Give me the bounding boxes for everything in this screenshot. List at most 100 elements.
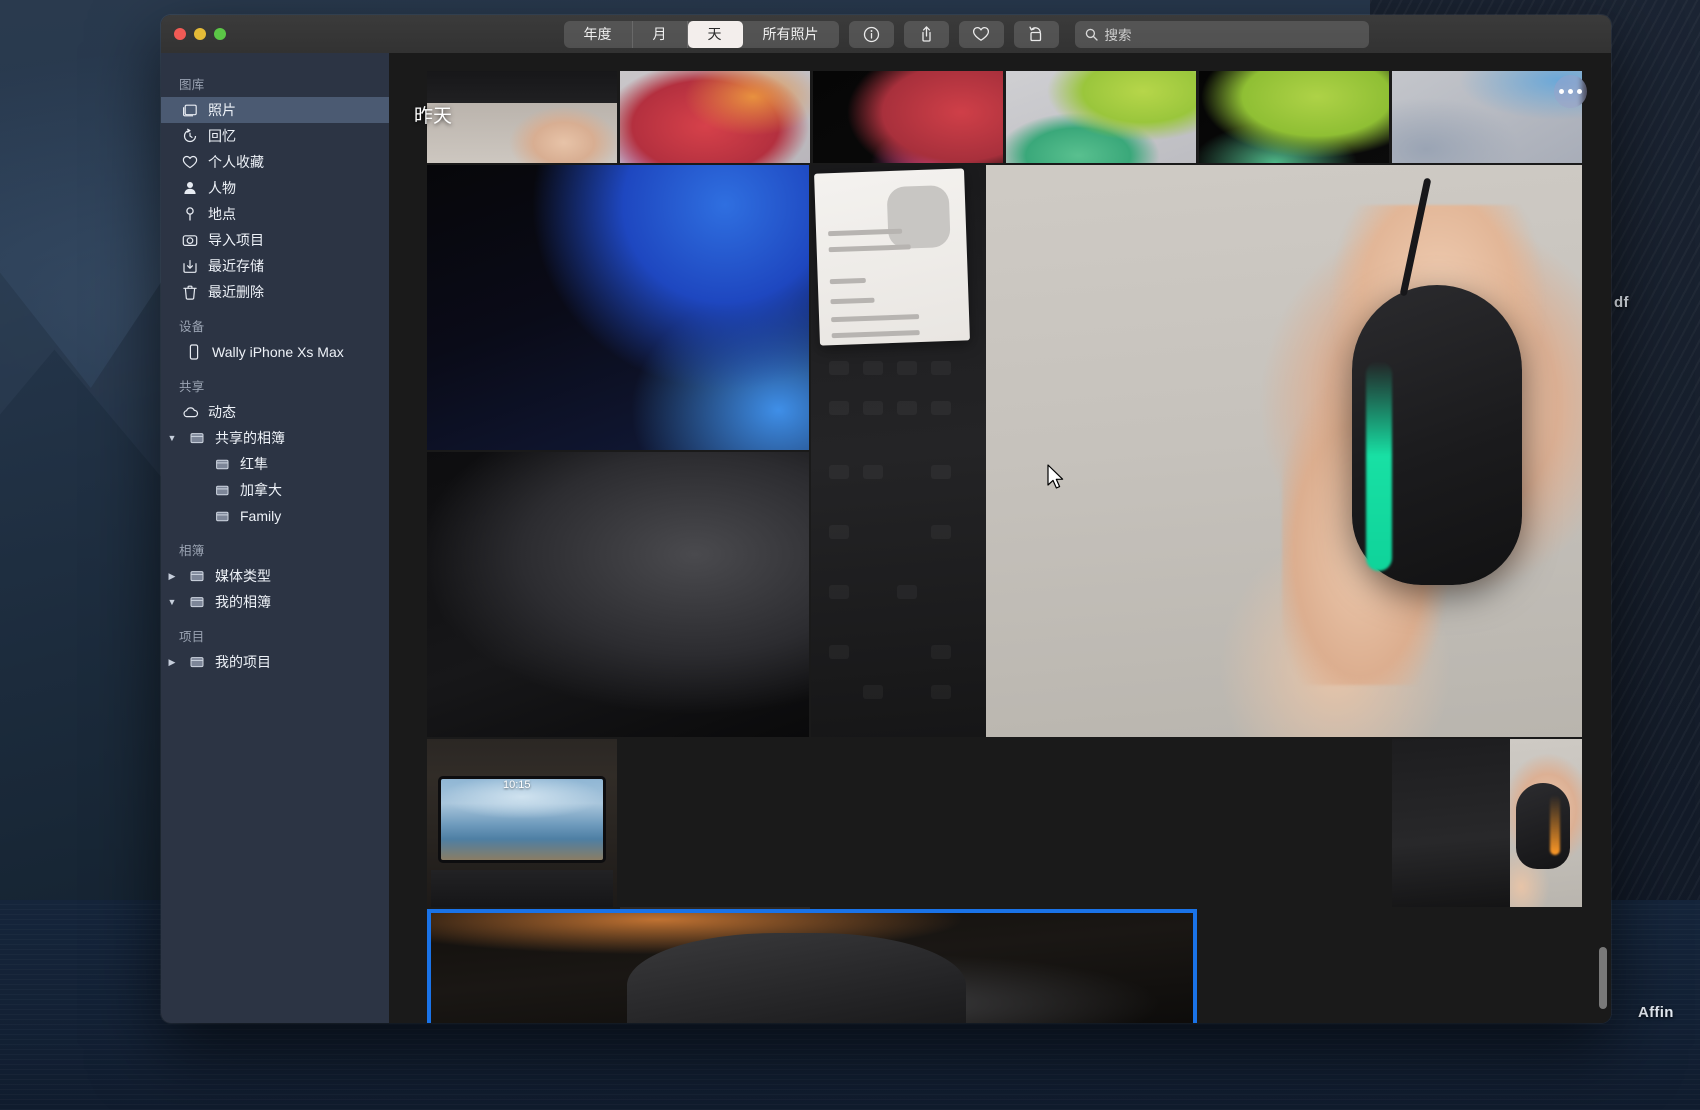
sidebar-item-label: 地点 (208, 206, 236, 222)
sidebar-item-label: 导入项目 (208, 232, 264, 248)
chevron-down-icon[interactable]: ▼ (166, 597, 178, 607)
sidebar-item-imports[interactable]: 导入项目 (161, 227, 389, 253)
photo-wallpaper-green[interactable] (1006, 71, 1196, 163)
photos-icon (181, 101, 199, 119)
minimize-button[interactable] (194, 28, 206, 40)
sidebar-item-label: 加拿大 (240, 482, 282, 498)
photo-wallpaper-red-dark[interactable] (813, 71, 1003, 163)
folder-icon (188, 593, 206, 611)
favorite-button[interactable] (958, 20, 1004, 48)
chevron-right-icon[interactable]: ▶ (166, 571, 178, 582)
sidebar-section-library: 图库 (179, 78, 205, 92)
day-label: 昨天 (414, 106, 453, 127)
memories-icon (181, 127, 199, 145)
sidebar-item-people[interactable]: 人物 (161, 175, 389, 201)
sidebar-item-shared-albums[interactable]: ▼ 共享的相簿 (161, 425, 389, 451)
sidebar-item-label: 红隼 (240, 456, 268, 472)
search-field[interactable]: 搜索 (1074, 20, 1369, 48)
folder-icon (188, 653, 206, 671)
sidebar-item-favorites[interactable]: 个人收藏 (161, 149, 389, 175)
sidebar-item-recently-saved[interactable]: 最近存储 (161, 253, 389, 279)
sidebar-item-label: 回忆 (208, 128, 236, 144)
close-button[interactable] (174, 28, 186, 40)
camera-icon (181, 231, 199, 249)
vertical-scrollbar[interactable] (1599, 947, 1607, 1009)
sidebar-item-label: 人物 (208, 180, 236, 196)
pin-icon (181, 205, 199, 223)
photo-desk-mouse[interactable] (811, 165, 1582, 737)
album-icon (213, 455, 231, 473)
segment-all-photos[interactable]: 所有照片 (743, 21, 839, 48)
sidebar-item-album-family[interactable]: Family (161, 503, 389, 529)
sidebar-item-label: 我的项目 (215, 654, 271, 670)
ipad-time-1: 10:15 (503, 779, 531, 792)
maximize-button[interactable] (214, 28, 226, 40)
album-icon (213, 481, 231, 499)
photo-wallpaper-bluegrey[interactable] (1392, 71, 1582, 163)
rotate-button[interactable] (1013, 20, 1059, 48)
sidebar-item-label: 照片 (208, 102, 236, 118)
sidebar-section-albums: 相簿 (179, 544, 205, 558)
sidebar-item-memories[interactable]: 回忆 (161, 123, 389, 149)
sidebar-item-activity[interactable]: 动态 (161, 399, 389, 425)
window-titlebar: 年度 月 天 所有照片 搜索 (161, 15, 1611, 53)
search-icon (1085, 28, 1098, 41)
photo-ipad-lockscreen[interactable]: 10:15 (427, 739, 617, 907)
info-button[interactable] (848, 20, 894, 48)
sidebar-item-label: 最近删除 (208, 284, 264, 300)
photo-grid-area[interactable]: 昨天 10:15 (389, 53, 1611, 1023)
more-options-button[interactable] (1554, 75, 1587, 108)
sidebar-item-media-types[interactable]: ▶ 媒体类型 (161, 563, 389, 589)
sidebar-item-label: Family (240, 508, 282, 524)
download-icon (181, 257, 199, 275)
chevron-right-icon[interactable]: ▶ (166, 657, 178, 668)
photo-wallpaper-dark-big[interactable] (427, 452, 809, 737)
chevron-down-icon[interactable]: ▼ (166, 433, 178, 443)
sidebar-section-devices: 设备 (179, 320, 205, 334)
photo-desk-mouse-rgb[interactable] (1392, 739, 1582, 907)
sidebar-section-projects: 项目 (179, 630, 205, 644)
search-placeholder: 搜索 (1104, 28, 1132, 43)
segment-months[interactable]: 月 (633, 20, 688, 48)
cloud-icon (181, 403, 199, 421)
sidebar-item-photos[interactable]: 照片 (161, 97, 389, 123)
desktop-icon-label-2[interactable]: Affin (1638, 1004, 1674, 1021)
sidebar[interactable]: 图库 照片 回忆 个人收藏 人物 地点 导入项目 最近存储 最近删除 设备 Wa… (161, 53, 389, 1023)
folder-icon (188, 429, 206, 447)
photo-grid: 昨天 10:15 (389, 53, 1611, 1023)
photo-wallpaper-red[interactable] (620, 71, 810, 163)
share-icon (921, 26, 931, 42)
photo-hand-phone[interactable] (427, 71, 617, 163)
photo-wallpaper-green-dark[interactable] (1199, 71, 1389, 163)
sidebar-item-my-projects[interactable]: ▶ 我的项目 (161, 649, 389, 675)
desktop-icon-label-1[interactable]: df (1614, 294, 1629, 311)
photo-dark-monitor[interactable] (427, 909, 1197, 1023)
sidebar-item-label: 个人收藏 (208, 154, 264, 170)
segment-years[interactable]: 年度 (564, 20, 633, 48)
share-button[interactable] (903, 20, 949, 48)
dot-3 (1577, 89, 1582, 94)
iphone-icon (185, 343, 203, 361)
photo-wallpaper-blue-big[interactable] (427, 165, 809, 450)
dot-1 (1559, 89, 1564, 94)
sidebar-item-album-canada[interactable]: 加拿大 (161, 477, 389, 503)
segment-days[interactable]: 天 (687, 20, 743, 48)
sidebar-item-label: 媒体类型 (215, 568, 271, 584)
sidebar-item-label: Wally iPhone Xs Max (212, 344, 344, 360)
rotate-icon (1029, 26, 1042, 41)
photos-window[interactable]: 年度 月 天 所有照片 搜索 图库 照片 回忆 个人收藏 人物 地点 导入项目 … (161, 15, 1611, 1023)
album-icon (213, 507, 231, 525)
sidebar-item-recently-deleted[interactable]: 最近删除 (161, 279, 389, 305)
sidebar-item-my-albums[interactable]: ▼ 我的相簿 (161, 589, 389, 615)
sidebar-item-album-hongsun[interactable]: 红隼 (161, 451, 389, 477)
traffic-lights (161, 28, 357, 40)
toolbar-center: 年度 月 天 所有照片 搜索 (357, 20, 1575, 48)
desktop: df Affin 年度 月 天 所有照片 搜索 图库 照片 回忆 个人收藏 人物… (0, 0, 1700, 1110)
sidebar-item-label: 共享的相簿 (215, 430, 285, 446)
sidebar-item-label: 最近存储 (208, 258, 264, 274)
heart-icon (181, 153, 199, 171)
view-mode-segmented-control[interactable]: 年度 月 天 所有照片 (563, 20, 839, 48)
paper-card (814, 168, 970, 346)
sidebar-item-device-iphone[interactable]: Wally iPhone Xs Max (161, 339, 389, 365)
sidebar-item-places[interactable]: 地点 (161, 201, 389, 227)
